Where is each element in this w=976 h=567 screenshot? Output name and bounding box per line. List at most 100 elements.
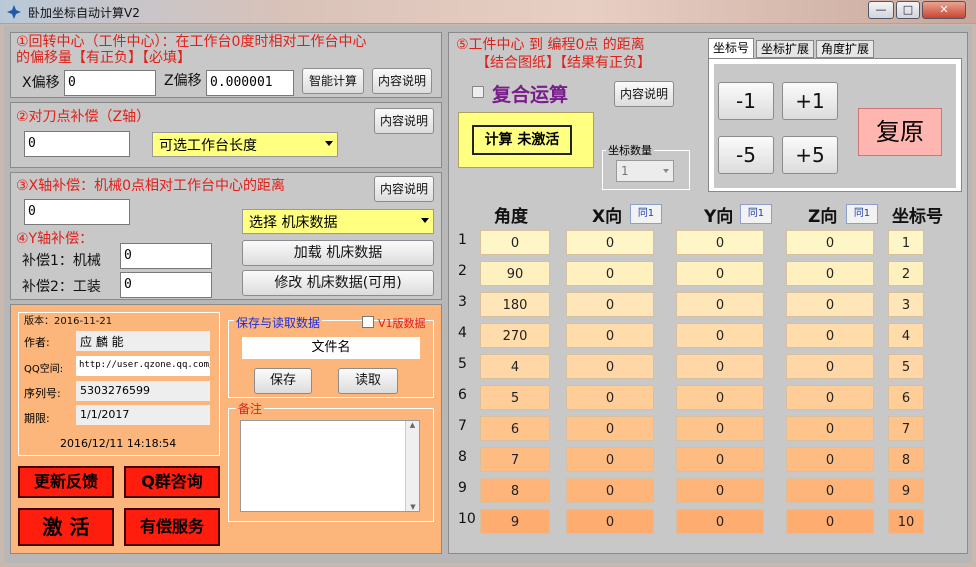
- y-cell[interactable]: 0: [676, 323, 764, 348]
- z-cell[interactable]: 0: [786, 478, 874, 503]
- load-machine-data-button[interactable]: 加载 机床数据: [242, 240, 434, 266]
- x-offset-input[interactable]: 0: [64, 70, 156, 96]
- coord-number-cell[interactable]: 4: [888, 323, 924, 348]
- coord-number-cell[interactable]: 6: [888, 385, 924, 410]
- update-feedback-button[interactable]: 更新反馈: [18, 466, 114, 498]
- section2-help-button[interactable]: 内容说明: [374, 108, 434, 134]
- angle-cell[interactable]: 7: [480, 447, 550, 472]
- filename-input[interactable]: 文件名: [242, 337, 420, 359]
- calculate-button[interactable]: 计算 未激活: [472, 125, 572, 155]
- x-cell[interactable]: 0: [566, 385, 654, 410]
- coord-number-cell[interactable]: 7: [888, 416, 924, 441]
- reset-button[interactable]: 复原: [858, 108, 942, 156]
- z-cell[interactable]: 0: [786, 261, 874, 286]
- coord-number-cell[interactable]: 5: [888, 354, 924, 379]
- x-cell[interactable]: 0: [566, 261, 654, 286]
- section5-help-button[interactable]: 内容说明: [614, 81, 674, 107]
- scroll-down-icon[interactable]: ▼: [406, 503, 420, 511]
- section1-title-line2: 的偏移量【有正负】【必填】: [16, 50, 191, 66]
- y-cell[interactable]: 0: [676, 292, 764, 317]
- angle-cell[interactable]: 4: [480, 354, 550, 379]
- plus-5-button[interactable]: +5: [782, 136, 838, 174]
- x-cell[interactable]: 0: [566, 416, 654, 441]
- x-cell[interactable]: 0: [566, 323, 654, 348]
- angle-cell[interactable]: 6: [480, 416, 550, 441]
- coord-number-cell[interactable]: 3: [888, 292, 924, 317]
- table-length-select[interactable]: 可选工作台长度: [152, 132, 338, 157]
- angle-cell[interactable]: 180: [480, 292, 550, 317]
- section1-help-button[interactable]: 内容说明: [372, 68, 432, 94]
- minus-5-button[interactable]: -5: [718, 136, 774, 174]
- z-cell[interactable]: 0: [786, 354, 874, 379]
- z-offset-input[interactable]: 0.000001: [206, 70, 294, 96]
- header-y: Y向: [704, 207, 734, 227]
- minus-1-button[interactable]: -1: [718, 82, 774, 120]
- z-cell[interactable]: 0: [786, 447, 874, 472]
- angle-cell[interactable]: 9: [480, 509, 550, 534]
- z-cell[interactable]: 0: [786, 385, 874, 410]
- qq-group-button[interactable]: Q群咨询: [124, 466, 220, 498]
- machine-data-select[interactable]: 选择 机床数据: [242, 209, 434, 234]
- notes-textarea[interactable]: ▲ ▼: [240, 420, 420, 512]
- z-cell[interactable]: 0: [786, 416, 874, 441]
- same-as-row1-y-button[interactable]: 同1: [740, 204, 772, 224]
- coord-number-cell[interactable]: 9: [888, 478, 924, 503]
- comp1-input[interactable]: 0: [120, 243, 212, 269]
- z-cell[interactable]: 0: [786, 230, 874, 255]
- angle-cell[interactable]: 270: [480, 323, 550, 348]
- y-cell[interactable]: 0: [676, 509, 764, 534]
- maximize-button[interactable]: □: [896, 1, 920, 19]
- y-cell[interactable]: 0: [676, 385, 764, 410]
- activate-button[interactable]: 激 活: [18, 508, 114, 546]
- tool-offset-input[interactable]: 0: [24, 131, 130, 157]
- smart-calc-button[interactable]: 智能计算: [302, 68, 364, 94]
- angle-cell[interactable]: 90: [480, 261, 550, 286]
- angle-cell[interactable]: 8: [480, 478, 550, 503]
- same-as-row1-x-button[interactable]: 同1: [630, 204, 662, 224]
- modify-machine-data-button[interactable]: 修改 机床数据(可用): [242, 270, 434, 296]
- scroll-up-icon[interactable]: ▲: [406, 421, 419, 429]
- minimize-button[interactable]: —: [868, 1, 894, 19]
- read-button[interactable]: 读取: [338, 368, 398, 394]
- x-compensation-input[interactable]: 0: [24, 199, 130, 225]
- z-cell[interactable]: 0: [786, 509, 874, 534]
- y-cell[interactable]: 0: [676, 230, 764, 255]
- comp2-input[interactable]: 0: [120, 272, 212, 298]
- angle-cell[interactable]: 5: [480, 385, 550, 410]
- close-button[interactable]: ✕: [922, 1, 966, 19]
- y-cell[interactable]: 0: [676, 478, 764, 503]
- x-cell[interactable]: 0: [566, 447, 654, 472]
- notes-scrollbar[interactable]: ▲ ▼: [405, 421, 419, 511]
- tab-angle-expand[interactable]: 角度扩展: [816, 40, 874, 58]
- angle-cell[interactable]: 0: [480, 230, 550, 255]
- y-cell[interactable]: 0: [676, 261, 764, 286]
- coord-number-cell[interactable]: 8: [888, 447, 924, 472]
- x-cell[interactable]: 0: [566, 292, 654, 317]
- save-button[interactable]: 保存: [254, 368, 312, 394]
- x-cell[interactable]: 0: [566, 509, 654, 534]
- plus-1-button[interactable]: +1: [782, 82, 838, 120]
- coord-number-cell[interactable]: 2: [888, 261, 924, 286]
- x-cell[interactable]: 0: [566, 230, 654, 255]
- tab-coord-number[interactable]: 坐标号: [708, 38, 754, 58]
- z-cell[interactable]: 0: [786, 292, 874, 317]
- qq-url-field[interactable]: http://user.qzone.qq.com/: [76, 356, 210, 376]
- coord-count-value: 1: [621, 164, 629, 178]
- z-cell[interactable]: 0: [786, 323, 874, 348]
- tab-coord-expand[interactable]: 坐标扩展: [756, 40, 814, 58]
- y-cell[interactable]: 0: [676, 447, 764, 472]
- coord-count-select[interactable]: 1: [616, 160, 674, 182]
- v1-data-checkbox[interactable]: [362, 316, 374, 328]
- coord-number-cell[interactable]: 10: [888, 509, 924, 534]
- x-cell[interactable]: 0: [566, 354, 654, 379]
- compound-label: 复合运算: [492, 84, 569, 106]
- section3-help-button[interactable]: 内容说明: [374, 176, 434, 202]
- coord-number-cell[interactable]: 1: [888, 230, 924, 255]
- paid-service-button[interactable]: 有偿服务: [124, 508, 220, 546]
- compound-checkbox[interactable]: [472, 86, 484, 98]
- y-cell[interactable]: 0: [676, 354, 764, 379]
- x-cell[interactable]: 0: [566, 478, 654, 503]
- coord-count-label: 坐标数量: [606, 142, 654, 158]
- y-cell[interactable]: 0: [676, 416, 764, 441]
- same-as-row1-z-button[interactable]: 同1: [846, 204, 878, 224]
